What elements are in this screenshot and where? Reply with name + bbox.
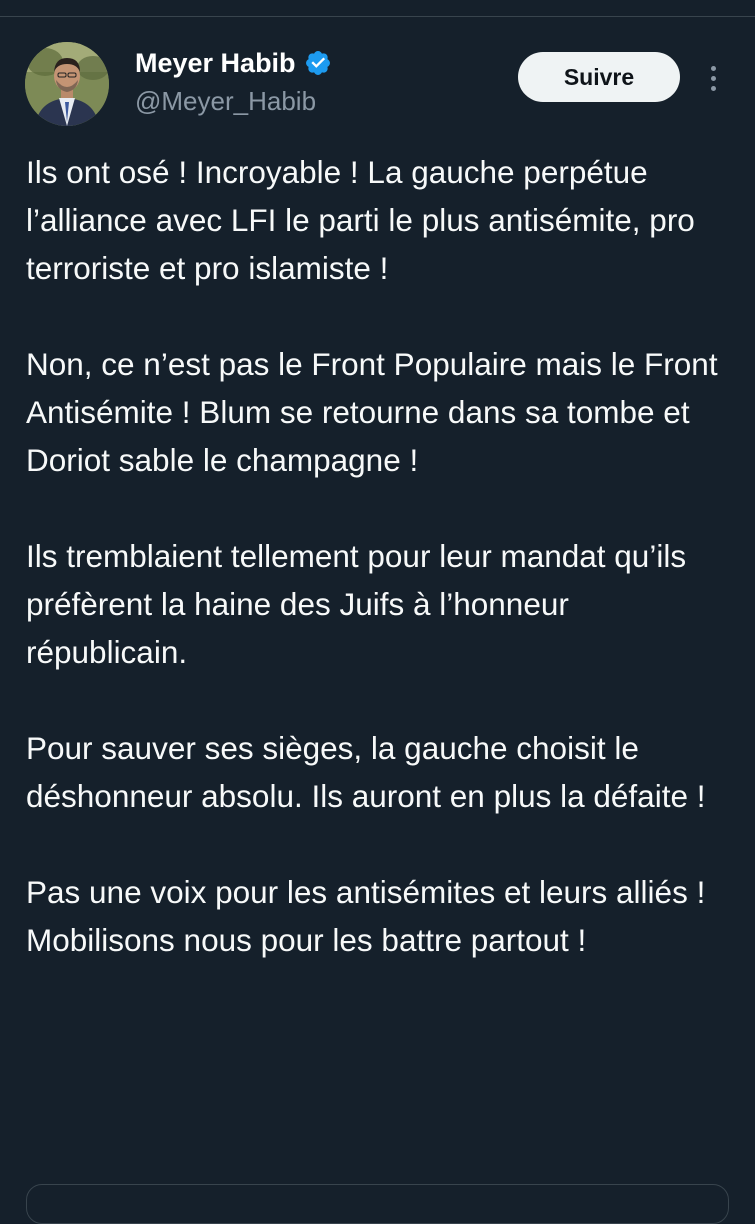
verified-badge-icon: [304, 49, 332, 77]
more-dot: [710, 85, 716, 91]
tweet-header: Meyer Habib @Meyer_Habib Suivre: [0, 0, 755, 140]
tweet-paragraph: Pas une voix pour les antisémites et leu…: [26, 874, 706, 958]
more-dot: [710, 65, 716, 71]
author-avatar[interactable]: [25, 42, 109, 126]
follow-button[interactable]: Suivre: [518, 52, 680, 102]
tweet-body: Ils ont osé ! Incroyable ! La gauche per…: [26, 148, 736, 964]
more-dot: [710, 75, 716, 81]
avatar-photo-icon: [25, 42, 109, 126]
tweet-paragraph: Pour sauver ses sièges, la gauche choisi…: [26, 730, 706, 814]
tweet-paragraph: Non, ce n’est pas le Front Populaire mai…: [26, 346, 718, 478]
author-name-text: Meyer Habib: [135, 48, 296, 78]
quoted-card-edge[interactable]: [26, 1184, 729, 1224]
more-options-icon[interactable]: [700, 58, 726, 98]
author-display-name[interactable]: Meyer Habib: [135, 46, 332, 80]
tweet-paragraph: Ils ont osé ! Incroyable ! La gauche per…: [26, 154, 695, 286]
tweet-paragraph: Ils tremblaient tellement pour leur mand…: [26, 538, 687, 670]
author-handle[interactable]: @Meyer_Habib: [135, 84, 316, 118]
